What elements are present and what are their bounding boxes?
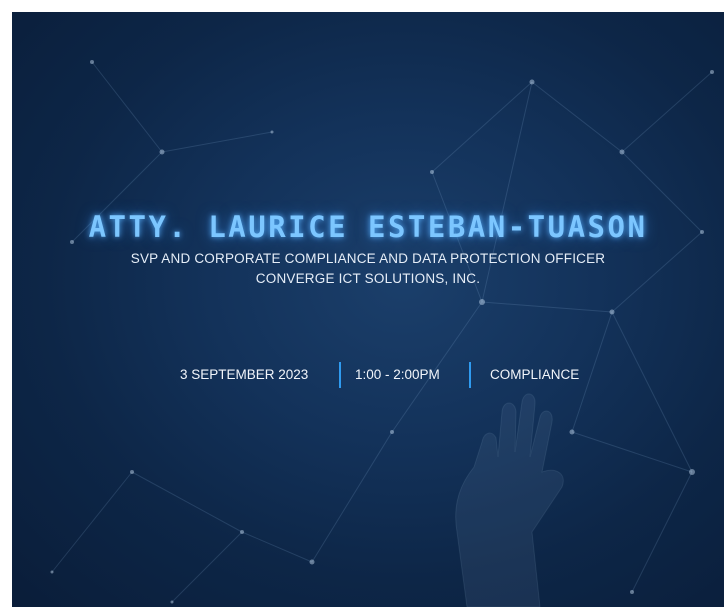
session-topic: COMPLIANCE [490, 367, 580, 382]
divider [339, 362, 341, 388]
speaker-card: ATTY. LAURICE ESTEBAN-TUASON SVP AND COR… [12, 12, 724, 607]
network-background-art [50, 60, 714, 607]
speaker-company: CONVERGE ICT SOLUTIONS, INC. [255, 271, 481, 286]
robot-hand-art [455, 393, 564, 607]
speaker-role: SVP AND CORPORATE COMPLIANCE AND DATA PR… [130, 251, 606, 266]
session-date: 3 SEPTEMBER 2023 [180, 367, 309, 382]
session-details: 3 SEPTEMBER 2023 1:00 - 2:00PM COMPLIANC… [12, 362, 724, 388]
divider [469, 362, 471, 388]
speaker-name: ATTY. LAURICE ESTEBAN-TUASON [88, 210, 648, 244]
session-time: 1:00 - 2:00PM [355, 367, 440, 382]
